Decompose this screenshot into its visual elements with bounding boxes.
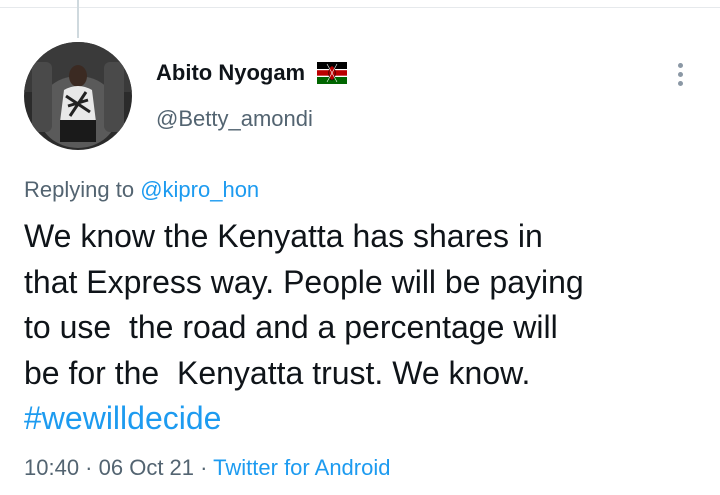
author-display-name[interactable]: Abito Nyogam — [156, 60, 305, 86]
tweet-body-line: to use the road and a percentage will — [24, 309, 558, 345]
thread-connector-line — [77, 0, 79, 38]
kenya-flag-icon — [317, 62, 348, 84]
tweet-meta: 10:40 · 06 Oct 21 · Twitter for Android — [24, 454, 390, 482]
dot — [677, 62, 683, 68]
meta-separator: · — [194, 455, 214, 480]
tweet-body-line: be for the Kenyatta trust. We know. — [24, 354, 531, 391]
tweet-time[interactable]: 10:40 — [24, 455, 79, 480]
replying-to-mention[interactable]: @kipro_hon — [140, 177, 259, 202]
tweet-body-line: We know the Kenyatta has shares in — [24, 218, 543, 254]
avatar[interactable] — [24, 42, 132, 150]
divider — [0, 7, 720, 8]
replying-to-prefix: Replying to — [24, 177, 135, 202]
tweet-body: We know the Kenyatta has shares in that … — [24, 214, 704, 442]
author-name-row[interactable]: Abito Nyogam — [156, 60, 348, 86]
dot — [677, 80, 683, 86]
hashtag-link[interactable]: #wewilldecide — [24, 396, 704, 442]
dot — [677, 71, 683, 77]
author-handle[interactable]: @Betty_amondi — [156, 106, 313, 132]
more-options-icon[interactable] — [664, 58, 696, 90]
tweet-body-line: that Express way. People will be paying — [24, 263, 584, 300]
tweet-date[interactable]: 06 Oct 21 — [99, 455, 194, 480]
tweet-source-link[interactable]: Twitter for Android — [213, 455, 390, 480]
replying-to: Replying to @kipro_hon — [24, 176, 259, 204]
meta-separator: · — [79, 455, 99, 480]
